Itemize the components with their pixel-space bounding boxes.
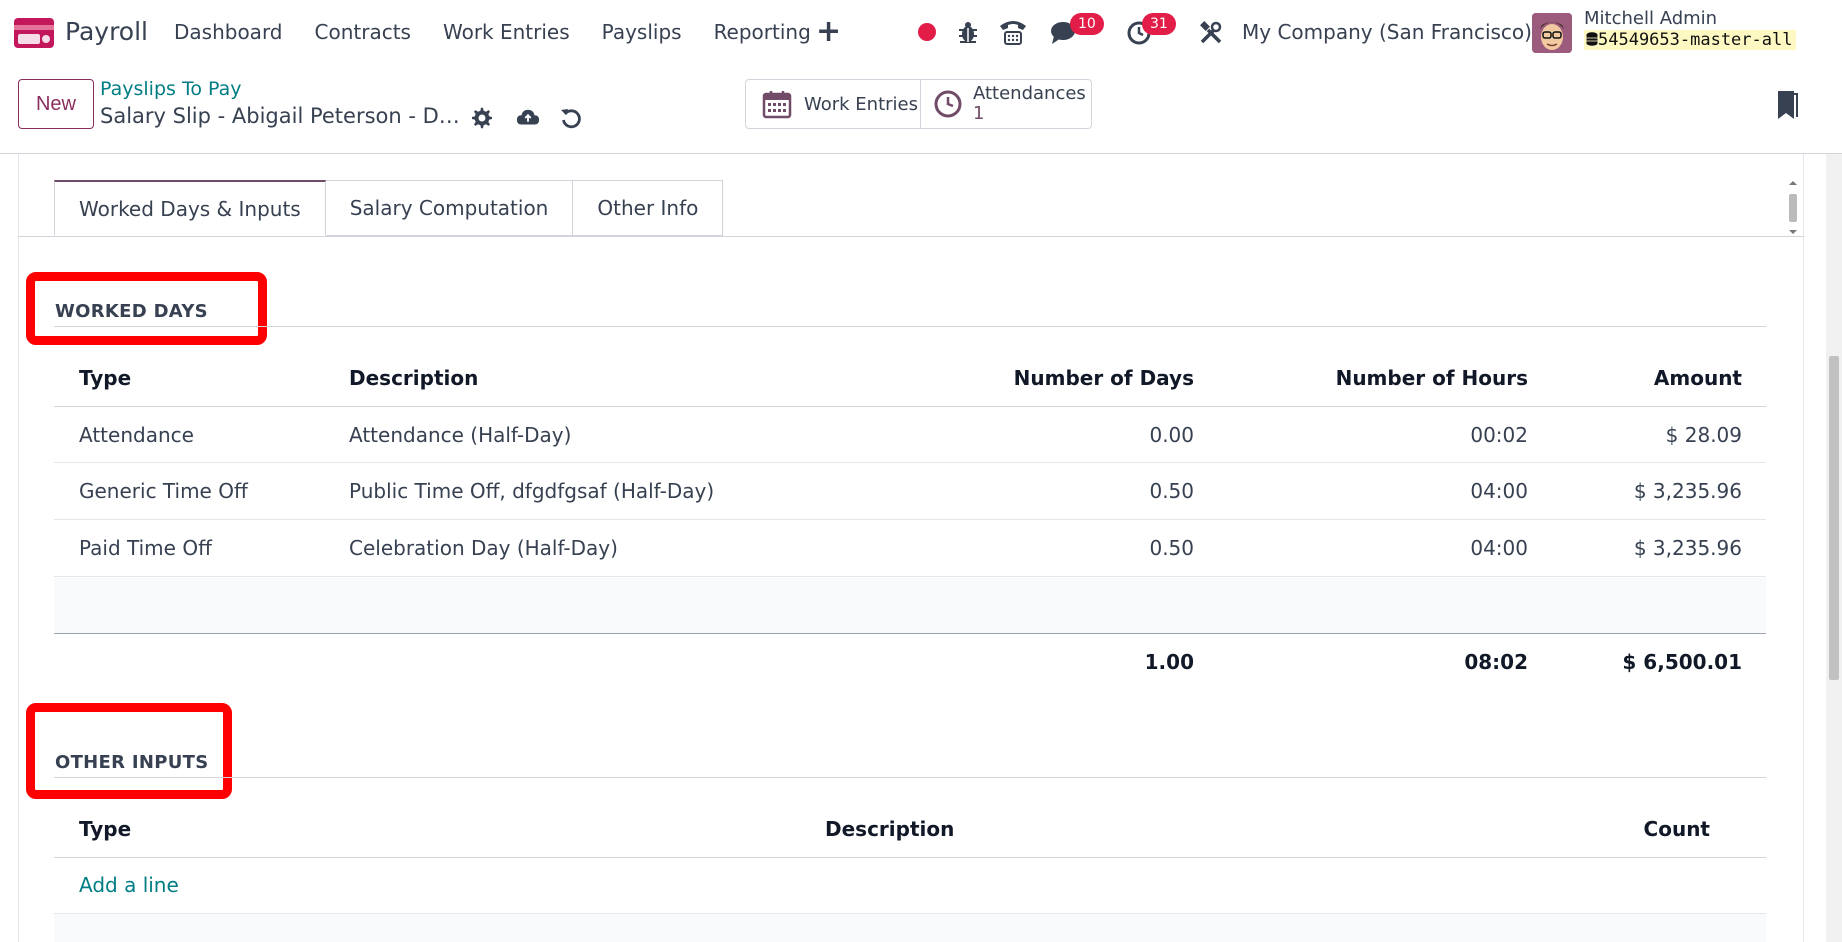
work-entries-label: Work Entries <box>804 93 918 115</box>
clock-icon <box>934 90 962 118</box>
other-col-description[interactable]: Description <box>825 817 954 841</box>
bug-icon[interactable] <box>957 20 979 44</box>
row-2-amount[interactable]: $ 3,235.96 <box>1634 479 1742 503</box>
col-description[interactable]: Description <box>349 366 478 390</box>
cloud-upload-icon[interactable] <box>516 106 540 130</box>
other-col-type[interactable]: Type <box>79 817 131 841</box>
col-amount[interactable]: Amount <box>1654 366 1742 390</box>
total-days: 1.00 <box>1144 650 1194 674</box>
control-panel: New Payslips To Pay Salary Slip - Abigai… <box>0 66 1842 154</box>
attendances-text: Attendances 1 <box>973 84 1086 124</box>
row-3-hours[interactable]: 04:00 <box>1470 536 1528 560</box>
other-header-divider <box>54 857 1766 858</box>
activities-badge: 31 <box>1142 13 1176 35</box>
row-divider <box>54 462 1766 463</box>
row-divider <box>54 519 1766 520</box>
empty-row[interactable] <box>54 578 1766 634</box>
row-divider <box>54 576 1766 577</box>
work-entries-smart-button[interactable]: Work Entries <box>745 79 921 129</box>
user-avatar[interactable] <box>1532 13 1572 53</box>
row-2-type[interactable]: Generic Time Off <box>79 479 248 503</box>
row-1-hours[interactable]: 00:02 <box>1470 423 1528 447</box>
row-3-type[interactable]: Paid Time Off <box>79 536 212 560</box>
col-number-of-hours[interactable]: Number of Hours <box>1336 366 1528 390</box>
attendances-count: 1 <box>973 103 985 124</box>
total-hours: 08:02 <box>1464 650 1528 674</box>
col-number-of-days[interactable]: Number of Days <box>1014 366 1194 390</box>
bookmark-icon[interactable] <box>1776 90 1798 120</box>
worked-days-title: WORKED DAYS <box>55 301 208 322</box>
row-3-amount[interactable]: $ 3,235.96 <box>1634 536 1742 560</box>
top-navbar: Payroll Dashboard Contracts Work Entries… <box>0 0 1842 66</box>
database-name: 54549653-master-all <box>1584 30 1797 50</box>
tab-other-info[interactable]: Other Info <box>572 180 724 236</box>
row-3-description[interactable]: Celebration Day (Half-Day) <box>349 536 618 560</box>
plus-icon[interactable]: + <box>816 14 841 49</box>
menu-payslips[interactable]: Payslips <box>602 20 682 44</box>
app-name[interactable]: Payroll <box>65 17 148 46</box>
menu-work-entries[interactable]: Work Entries <box>443 20 570 44</box>
row-1-days[interactable]: 0.00 <box>1149 423 1194 447</box>
new-button[interactable]: New <box>18 79 94 129</box>
menu-contracts[interactable]: Contracts <box>315 20 411 44</box>
row-2-hours[interactable]: 04:00 <box>1470 479 1528 503</box>
phone-icon[interactable] <box>998 18 1028 46</box>
other-inputs-title: OTHER INPUTS <box>55 752 209 773</box>
record-title: Salary Slip - Abigail Peterson - Decembe… <box>100 104 460 128</box>
database-name-text: 54549653-master-all <box>1598 30 1793 50</box>
row-1-amount[interactable]: $ 28.09 <box>1666 423 1742 447</box>
attendances-label: Attendances <box>973 83 1086 104</box>
discard-changes-icon[interactable] <box>559 106 583 130</box>
header-divider <box>54 406 1766 407</box>
col-type[interactable]: Type <box>79 366 131 390</box>
tab-worked-days-inputs[interactable]: Worked Days & Inputs <box>54 180 326 236</box>
row-2-description[interactable]: Public Time Off, dfgdfgsaf (Half-Day) <box>349 479 714 503</box>
tabs-divider <box>18 236 1804 237</box>
recording-indicator-icon[interactable] <box>918 23 936 41</box>
highlight-box-other-inputs <box>26 703 232 799</box>
gear-icon[interactable] <box>470 106 494 130</box>
messages-badge: 10 <box>1070 13 1104 35</box>
total-amount: $ 6,500.01 <box>1622 650 1742 674</box>
main-menu: Dashboard Contracts Work Entries Payslip… <box>174 20 843 44</box>
row-3-days[interactable]: 0.50 <box>1149 536 1194 560</box>
notebook-tabs: Worked Days & Inputs Salary Computation … <box>54 180 724 236</box>
user-name[interactable]: Mitchell Admin <box>1584 8 1717 29</box>
calendar-icon <box>762 91 792 119</box>
company-switcher[interactable]: My Company (San Francisco) <box>1242 20 1532 44</box>
tab-salary-computation[interactable]: Salary Computation <box>324 180 574 236</box>
add-a-line-link[interactable]: Add a line <box>79 873 179 897</box>
worked-days-separator <box>54 326 1766 327</box>
row-1-description[interactable]: Attendance (Half-Day) <box>349 423 571 447</box>
other-inputs-separator <box>54 777 1766 778</box>
menu-reporting[interactable]: Reporting <box>714 20 811 44</box>
empty-row <box>54 914 1766 942</box>
inner-scrollbar[interactable] <box>1786 180 1800 235</box>
attendances-smart-button[interactable]: Attendances 1 <box>920 79 1092 129</box>
tools-icon[interactable] <box>1198 20 1224 46</box>
payroll-app-icon[interactable] <box>14 18 54 48</box>
row-2-days[interactable]: 0.50 <box>1149 479 1194 503</box>
other-col-count[interactable]: Count <box>1644 817 1710 841</box>
database-icon <box>1586 32 1598 46</box>
main-scrollbar-thumb[interactable] <box>1829 356 1839 680</box>
row-1-type[interactable]: Attendance <box>79 423 194 447</box>
menu-dashboard[interactable]: Dashboard <box>174 20 283 44</box>
breadcrumb-payslips-to-pay[interactable]: Payslips To Pay <box>100 78 241 100</box>
